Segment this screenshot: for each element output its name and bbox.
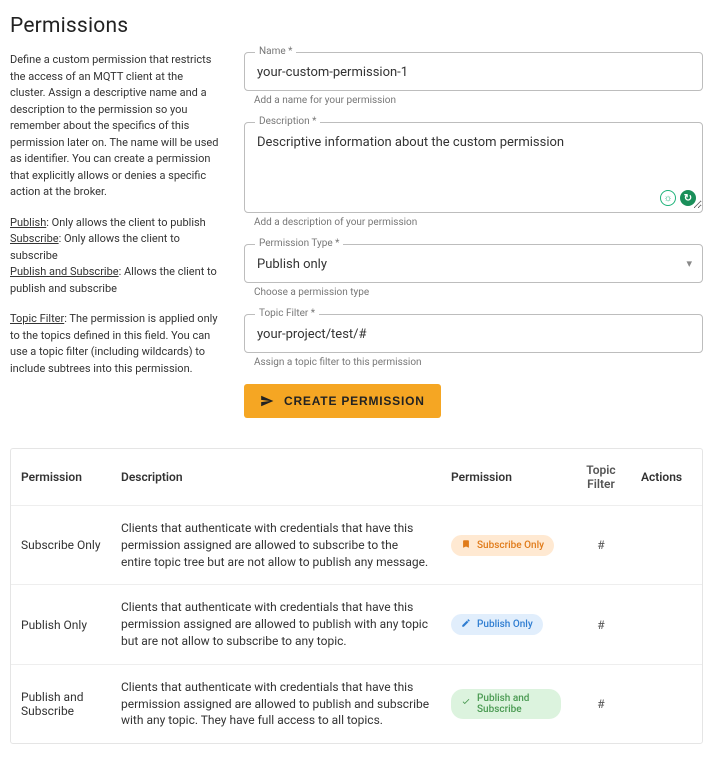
- row-topic-filter: #: [571, 524, 631, 566]
- help-modes: Publish: Only allows the client to publi…: [10, 215, 220, 298]
- row-actions: [631, 531, 691, 559]
- description-textarea[interactable]: Descriptive information about the custom…: [245, 123, 702, 209]
- name-label: Name *: [255, 46, 296, 57]
- badge-icon: [461, 539, 471, 552]
- name-hint: Add a name for your permission: [254, 95, 703, 106]
- help-subscribe-label: Subscribe: [10, 232, 59, 245]
- create-permission-label: CREATE PERMISSION: [284, 394, 425, 408]
- col-description: Description: [111, 455, 441, 500]
- badge-label: Publish Only: [477, 619, 533, 630]
- permission-type-label: Permission Type *: [255, 238, 343, 249]
- row-badge-cell: Publish and Subscribe: [441, 675, 571, 733]
- row-topic-filter: #: [571, 683, 631, 725]
- permission-type-hint: Choose a permission type: [254, 287, 703, 298]
- table-row: Publish and SubscribeClients that authen…: [11, 664, 702, 743]
- col-permission-type: Permission: [441, 456, 571, 498]
- create-permission-button[interactable]: CREATE PERMISSION: [244, 384, 441, 418]
- topic-filter-input[interactable]: [245, 315, 702, 352]
- grammarly-arrow-icon[interactable]: ↻: [680, 190, 696, 206]
- row-permission-name: Publish and Subscribe: [11, 676, 111, 732]
- row-actions: [631, 611, 691, 639]
- badge-icon: [461, 697, 471, 710]
- help-intro: Define a custom permission that restrict…: [10, 52, 220, 201]
- topic-filter-field-wrap: Topic Filter *: [244, 314, 703, 353]
- chevron-down-icon: ▾: [686, 257, 702, 270]
- row-description: Clients that authenticate with credentia…: [111, 585, 441, 663]
- row-actions: [631, 690, 691, 718]
- permission-badge: Publish Only: [451, 614, 543, 635]
- permission-badge: Publish and Subscribe: [451, 689, 561, 719]
- help-topic-filter: Topic Filter: The permission is applied …: [10, 311, 220, 377]
- table-row: Subscribe OnlyClients that authenticate …: [11, 505, 702, 584]
- send-icon: [260, 394, 274, 408]
- col-actions: Actions: [631, 456, 691, 498]
- permission-form: Name * Add a name for your permission De…: [244, 52, 703, 418]
- topic-filter-label: Topic Filter *: [255, 308, 319, 319]
- table-header-row: Permission Description Permission Topic …: [11, 449, 702, 505]
- col-topic-filter: Topic Filter: [571, 449, 631, 505]
- name-input[interactable]: [245, 53, 702, 90]
- row-badge-cell: Publish Only: [441, 600, 571, 649]
- description-hint: Add a description of your permission: [254, 217, 703, 228]
- help-publish-label: Publish: [10, 216, 46, 229]
- help-panel: Define a custom permission that restrict…: [10, 52, 220, 418]
- row-badge-cell: Subscribe Only: [441, 521, 571, 570]
- description-field-wrap: Description * Descriptive information ab…: [244, 122, 703, 213]
- topic-filter-hint: Assign a topic filter to this permission: [254, 357, 703, 368]
- help-both-label: Publish and Subscribe: [10, 265, 119, 278]
- help-publish-text: : Only allows the client to publish: [46, 216, 205, 229]
- row-topic-filter: #: [571, 604, 631, 646]
- grammarly-bulb-icon[interactable]: ☼: [660, 190, 676, 206]
- badge-icon: [461, 618, 471, 631]
- permission-type-value: Publish only: [245, 245, 686, 282]
- permissions-table: Permission Description Permission Topic …: [10, 448, 703, 744]
- row-permission-name: Subscribe Only: [11, 524, 111, 566]
- row-description: Clients that authenticate with credentia…: [111, 665, 441, 743]
- permission-badge: Subscribe Only: [451, 535, 554, 556]
- row-description: Clients that authenticate with credentia…: [111, 506, 441, 584]
- name-field-wrap: Name *: [244, 52, 703, 91]
- description-label: Description *: [255, 116, 320, 127]
- table-row: Publish OnlyClients that authenticate wi…: [11, 584, 702, 663]
- badge-label: Subscribe Only: [477, 540, 544, 551]
- row-permission-name: Publish Only: [11, 604, 111, 646]
- permission-type-select[interactable]: Permission Type * Publish only ▾: [244, 244, 703, 283]
- col-permission: Permission: [11, 456, 111, 498]
- grammarly-widget: ☼ ↻: [660, 190, 696, 206]
- help-filter-label: Topic Filter: [10, 312, 64, 325]
- page-title: Permissions: [10, 14, 703, 38]
- badge-label: Publish and Subscribe: [477, 693, 551, 715]
